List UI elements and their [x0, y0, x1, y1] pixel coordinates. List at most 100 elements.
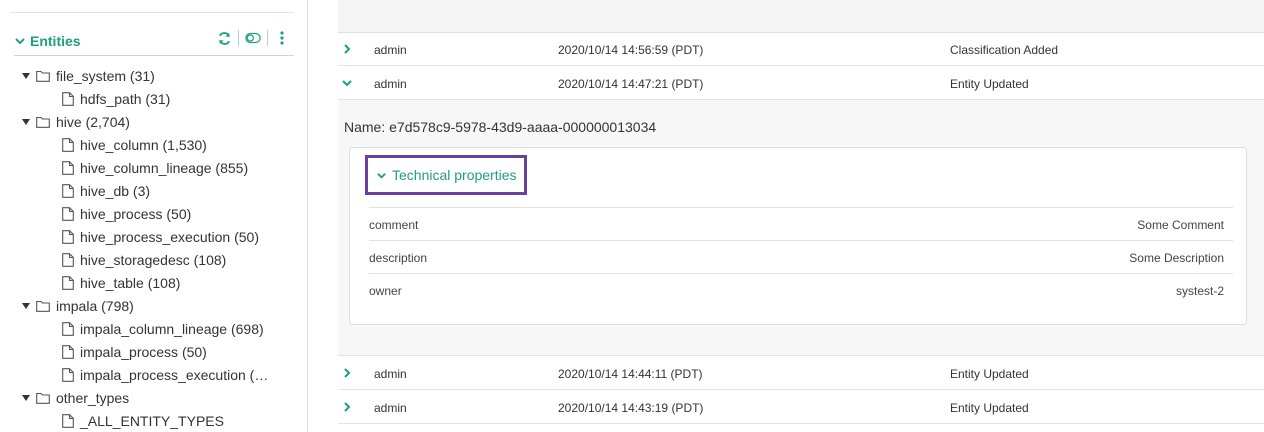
audit-panel: admin 2020/10/14 14:56:59 (PDT) Classifi…	[338, 0, 1264, 432]
tree-item-label: impala_process (50)	[80, 343, 207, 360]
property-key: description	[369, 251, 428, 265]
caret-down-icon	[22, 302, 30, 309]
audit-timestamp: 2020/10/14 14:43:19 (PDT)	[558, 401, 704, 415]
tree-item-all-entity-types[interactable]: _ALL_ENTITY_TYPES	[62, 409, 224, 432]
tree-item-label: _ALL_ENTITY_TYPES	[80, 412, 224, 429]
chevron-right-icon[interactable]	[342, 402, 352, 412]
chevron-right-icon[interactable]	[342, 368, 352, 378]
file-icon	[62, 229, 74, 244]
tree-item-label: hive_table (108)	[80, 274, 181, 291]
audit-user: admin	[374, 401, 407, 415]
audit-row-expanded[interactable]: admin 2020/10/14 14:47:21 (PDT) Entity U…	[338, 67, 1264, 100]
audit-user: admin	[374, 43, 407, 57]
tree-item-impala[interactable]: impala (798)	[22, 294, 134, 317]
tree-item-hive[interactable]: hive (2,704)	[22, 110, 130, 133]
audit-row[interactable]: admin 2020/10/14 14:43:19 (PDT) Entity U…	[338, 391, 1264, 424]
file-icon	[62, 206, 74, 221]
audit-timestamp: 2020/10/14 14:56:59 (PDT)	[558, 43, 704, 57]
properties-card: Technical properties comment Some Commen…	[349, 147, 1247, 325]
property-row: owner systest-2	[369, 273, 1233, 306]
tree-item-hive-column[interactable]: hive_column (1,530)	[62, 133, 207, 156]
property-key: owner	[369, 284, 402, 298]
entities-toggle[interactable]: Entities	[14, 33, 81, 49]
tree-item-label: hive_db (3)	[80, 182, 151, 199]
tree-item-hive-process[interactable]: hive_process (50)	[62, 202, 191, 225]
chevron-down-icon	[377, 172, 386, 179]
folder-icon	[36, 70, 50, 82]
tree-item-hive-process-execution[interactable]: hive_process_execution (50)	[62, 225, 259, 248]
file-icon	[62, 252, 74, 267]
property-value: systest-2	[1175, 284, 1224, 298]
file-icon	[62, 321, 74, 336]
tree-item-impala-process[interactable]: impala_process (50)	[62, 340, 207, 363]
audit-action: Entity Updated	[950, 77, 1029, 91]
sidebar-divider	[10, 12, 294, 13]
property-row: description Some Description	[369, 240, 1233, 273]
tree-item-label: hive (2,704)	[56, 113, 130, 130]
tree-item-hive-table[interactable]: hive_table (108)	[62, 271, 180, 294]
caret-down-icon	[22, 118, 30, 125]
file-icon	[62, 160, 74, 175]
chevron-down-icon	[15, 38, 25, 45]
tree-item-impala-column-lineage[interactable]: impala_column_lineage (698)	[62, 317, 264, 340]
audit-row[interactable]: admin 2020/10/14 14:56:59 (PDT) Classifi…	[338, 33, 1264, 66]
toolbar-separator	[238, 30, 239, 46]
entity-name: Name: e7d578c9-5978-43d9-aaaa-0000000130…	[344, 119, 657, 135]
entities-title: Entities	[30, 33, 81, 49]
chevron-right-icon[interactable]	[342, 44, 352, 54]
sidebar-toolbar	[216, 30, 290, 46]
tree-item-impala-process-execution[interactable]: impala_process_execution (…	[62, 363, 268, 386]
audit-user: admin	[374, 367, 407, 381]
tree-item-label: impala (798)	[56, 297, 134, 314]
audit-action: Classification Added	[950, 43, 1059, 57]
property-value: Some Description	[1129, 251, 1224, 265]
audit-action: Entity Updated	[950, 401, 1029, 415]
file-icon	[62, 367, 74, 382]
file-icon	[62, 91, 74, 106]
tree-item-label: hive_storagedesc (108)	[80, 251, 227, 268]
tree-item-label: file_system (31)	[56, 67, 155, 84]
file-icon	[62, 413, 74, 428]
entities-sidebar: Entities file_system (31) hdfs_path (31)	[0, 0, 308, 432]
tree-item-label: hdfs_path (31)	[80, 90, 171, 107]
file-icon	[62, 275, 74, 290]
audit-timestamp: 2020/10/14 14:47:21 (PDT)	[558, 77, 704, 91]
tree-item-hdfs-path[interactable]: hdfs_path (31)	[62, 87, 170, 110]
folder-icon	[36, 116, 50, 128]
caret-down-icon	[22, 72, 30, 79]
property-key: comment	[369, 218, 419, 232]
technical-properties-toggle[interactable]: Technical properties	[365, 155, 527, 195]
folder-icon	[36, 392, 50, 404]
tree-item-label: impala_process_execution (…	[80, 366, 269, 383]
tree-item-label: hive_column (1,530)	[80, 136, 207, 153]
tree-item-label: impala_column_lineage (698)	[80, 320, 264, 337]
chevron-down-icon[interactable]	[342, 78, 352, 88]
tree-item-label: other_types	[56, 389, 130, 406]
folder-icon	[36, 300, 50, 312]
toggle-empty-icon[interactable]	[245, 30, 261, 46]
file-icon	[62, 137, 74, 152]
technical-properties-title: Technical properties	[392, 167, 517, 183]
tree-item-hive-storagedesc[interactable]: hive_storagedesc (108)	[62, 248, 226, 271]
tree-item-other-types[interactable]: other_types	[22, 386, 129, 409]
more-options-icon[interactable]	[274, 30, 290, 46]
entities-header: Entities	[14, 28, 294, 56]
audit-timestamp: 2020/10/14 14:44:11 (PDT)	[558, 367, 703, 381]
tree-item-label: hive_column_lineage (855)	[80, 159, 249, 176]
property-value: Some Comment	[1137, 218, 1224, 232]
tree-item-label: hive_process (50)	[80, 205, 192, 222]
audit-action: Entity Updated	[950, 367, 1029, 381]
caret-down-icon	[22, 394, 30, 401]
file-icon	[62, 344, 74, 359]
file-icon	[62, 183, 74, 198]
audit-user: admin	[374, 77, 407, 91]
property-row: comment Some Comment	[369, 207, 1233, 240]
audit-row[interactable]: admin 2020/10/14 14:44:11 (PDT) Entity U…	[338, 357, 1264, 390]
audit-detail-panel: Name: e7d578c9-5978-43d9-aaaa-0000000130…	[338, 100, 1264, 356]
tree-item-label: hive_process_execution (50)	[80, 228, 259, 245]
tree-item-hive-column-lineage[interactable]: hive_column_lineage (855)	[62, 156, 248, 179]
tree-item-hive-db[interactable]: hive_db (3)	[62, 179, 150, 202]
tree-item-file-system[interactable]: file_system (31)	[22, 64, 155, 87]
refresh-icon[interactable]	[216, 30, 232, 46]
audit-list-top	[338, 0, 1264, 33]
